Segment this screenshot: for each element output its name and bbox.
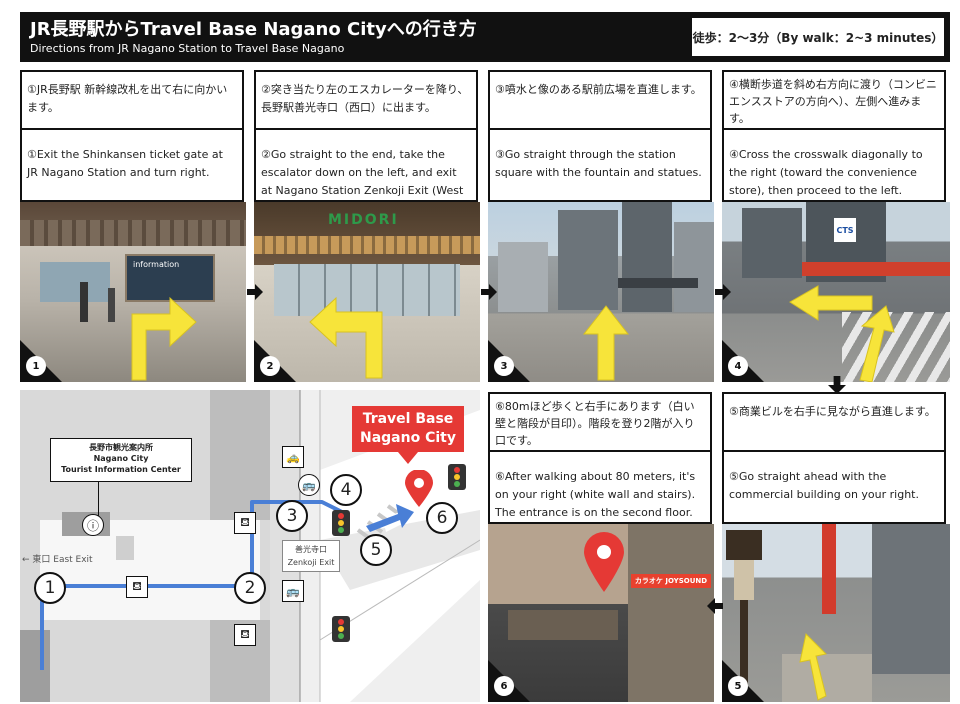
step-2-photo: MIDORI 2 <box>254 202 480 382</box>
flow-arrow-right-icon <box>715 284 731 300</box>
step-2-jp-text: ②突き当たり左のエスカレーターを降り、長野駅善光寺口（西口）に出ます。 <box>256 72 476 130</box>
step-4-text-panel: ④横断歩道を斜め右方向に渡り（コンビニエンスストアの方向へ）、左側へ進みます。 … <box>722 70 946 202</box>
zenkoji-en: Zenkoji Exit <box>287 558 335 567</box>
tourist-center-en2: Tourist Information Center <box>61 465 181 474</box>
step-4-jp-text: ④横断歩道を斜め右方向に渡り（コンビニエンスストアの方向へ）、左側へ進みます。 <box>724 72 944 130</box>
flow-arrow-down-icon <box>828 376 846 394</box>
destination-line1: Travel Base <box>362 411 454 427</box>
flow-arrow-right-icon <box>481 284 497 300</box>
photo-number-badge: 3 <box>494 356 514 376</box>
east-exit-label: ← 東口 East Exit <box>22 555 93 565</box>
tourist-center-label: 長野市観光案内所 Nagano City Tourist Information… <box>50 438 192 482</box>
photo-number-badge: 2 <box>260 356 280 376</box>
map-pin-icon <box>584 532 624 592</box>
step-3-photo: 3 <box>488 202 714 382</box>
route-marker-2: 2 <box>234 572 266 604</box>
route-marker-4: 4 <box>330 474 362 506</box>
taxi-icon: 🚕 <box>282 446 304 468</box>
step-2-text-panel: ②突き当たり左のエスカレーターを降り、長野駅善光寺口（西口）に出ます。 ②Go … <box>254 70 478 215</box>
route-map: 長野市観光案内所 Nagano City Tourist Information… <box>20 390 480 702</box>
step-5-text-panel: ⑤商業ビルを右手に見ながら直進します。 ⑤Go straight ahead w… <box>722 392 946 524</box>
page-title: JR長野駅からTravel Base Nagano Cityへの行き方 <box>30 19 477 40</box>
callout-pointer <box>398 452 418 464</box>
traffic-light-icon <box>332 616 350 642</box>
step-1-en-text: ①Exit the Shinkansen ticket gate at JR N… <box>27 148 223 179</box>
traffic-light-icon <box>448 464 466 490</box>
flow-arrow-left-icon <box>707 598 723 614</box>
zenkoji-exit-label: 善光寺口 Zenkoji Exit <box>282 540 340 572</box>
neighbor-building <box>628 524 714 702</box>
step-5-jp-text: ⑤商業ビルを右手に見ながら直進します。 <box>724 394 944 452</box>
step-2-en-text: ②Go straight to the end, take the escala… <box>261 148 464 215</box>
step-5-en-text: ⑤Go straight ahead with the commercial b… <box>729 470 919 501</box>
step-6-jp-text: ⑥80mほど歩くと右手にあります（白い壁と階段が目印）。階段を登り2階が入り口で… <box>490 394 710 452</box>
photo-number-badge: 4 <box>728 356 748 376</box>
step-6-en-text: ⑥After walking about 80 meters, it's on … <box>495 470 696 519</box>
page-subtitle: Directions from JR Nagano Station to Tra… <box>30 42 345 55</box>
step-5-photo: 5 <box>722 524 950 702</box>
traffic-light-icon <box>332 510 350 536</box>
step-3-text-panel: ③噴水と像のある駅前広場を直進します。 ③Go straight through… <box>488 70 712 202</box>
route-marker-1: 1 <box>34 572 66 604</box>
escalator-icon: ⛾ <box>234 624 256 646</box>
destination-callout: Travel Base Nagano City <box>352 406 464 452</box>
photo-number-badge: 6 <box>494 676 514 696</box>
bus-stop-icon: 🚌 <box>298 474 320 496</box>
route-marker-5: 5 <box>360 534 392 566</box>
karaoke-sign: カラオケ JOYSOUND <box>631 574 711 588</box>
photo-number-badge: 1 <box>26 356 46 376</box>
zenkoji-jp: 善光寺口 <box>295 545 327 554</box>
stairs <box>508 610 618 640</box>
bus-icon: 🚌 <box>282 580 304 602</box>
info-icon: ⓘ <box>82 514 104 536</box>
leader-line <box>98 482 99 516</box>
photo-number-badge: 5 <box>728 676 748 696</box>
step-1-photo: information 1 <box>20 202 246 382</box>
destination-line2: Nagano City <box>360 430 456 446</box>
step-3-en-text: ③Go straight through the station square … <box>495 148 702 179</box>
step-1-text-panel: ①JR長野駅 新幹線改札を出て右に向かいます。 ①Exit the Shinka… <box>20 70 244 202</box>
tourist-center-jp: 長野市観光案内所 <box>89 443 153 452</box>
walk-time-badge: 徒歩：2〜3分（By walk：2~3 minutes） <box>690 16 946 58</box>
step-6-text-panel: ⑥80mほど歩くと右手にあります（白い壁と階段が目印）。階段を登り2階が入り口で… <box>488 392 712 524</box>
escalator-icon: ⛾ <box>234 512 256 534</box>
step-4-photo: CTS 4 <box>722 202 950 382</box>
flow-arrow-right-icon <box>247 284 263 300</box>
map-pin-icon <box>405 470 433 507</box>
tourist-center-en1: Nagano City <box>93 454 149 463</box>
escalator-icon: ⛾ <box>126 576 148 598</box>
step-4-en-text: ④Cross the crosswalk diagonally to the r… <box>729 148 923 197</box>
header-bar: JR長野駅からTravel Base Nagano Cityへの行き方 Dire… <box>20 12 950 62</box>
step-1-jp-text: ①JR長野駅 新幹線改札を出て右に向かいます。 <box>22 72 242 130</box>
step-3-jp-text: ③噴水と像のある駅前広場を直進します。 <box>490 72 710 130</box>
route-marker-3: 3 <box>276 500 308 532</box>
route-marker-6: 6 <box>426 502 458 534</box>
step-6-photo: カラオケ JOYSOUND 6 <box>488 524 714 702</box>
